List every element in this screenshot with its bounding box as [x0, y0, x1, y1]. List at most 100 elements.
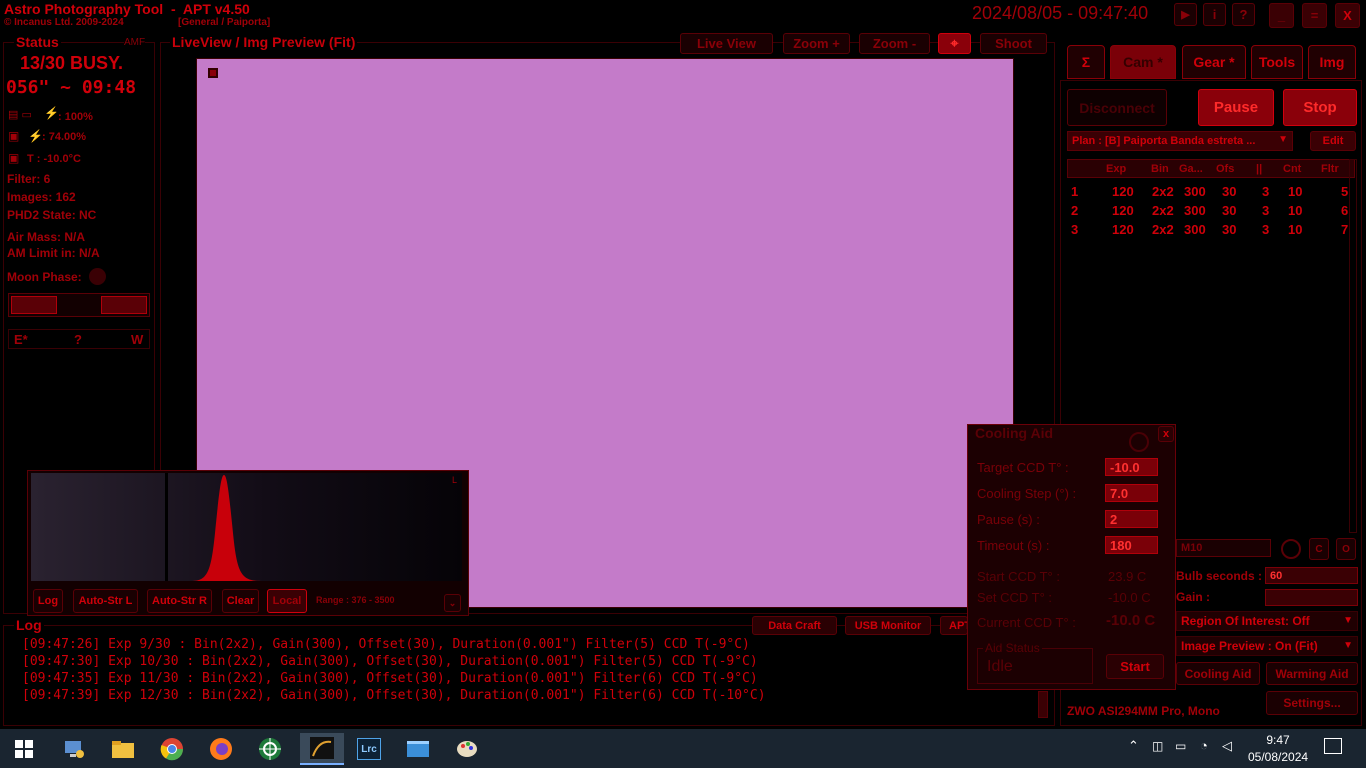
log-line: [09:47:30] Exp 10/30 : Bin(2x2), Gain(30… [22, 654, 758, 669]
row-cell: 30 [1222, 184, 1237, 199]
chevron-down-icon: ⌄ [448, 597, 457, 608]
plan-edit-button[interactable]: Edit [1310, 131, 1356, 151]
tray-chevron-up-icon[interactable]: ⌃ [1128, 738, 1139, 754]
row-cell: 2x2 [1152, 184, 1174, 199]
row-cell: 30 [1222, 203, 1237, 218]
timeout-field[interactable]: 180 [1105, 536, 1158, 554]
help-button[interactable]: ? [1232, 3, 1255, 26]
warming-aid-button[interactable]: Warming Aid [1266, 662, 1358, 685]
unknown-label: ? [74, 332, 82, 347]
row-cell: 120 [1112, 203, 1134, 218]
log-toggle[interactable]: Log [33, 589, 63, 613]
focuser-bar [8, 293, 150, 317]
disconnect-button[interactable]: Disconnect [1067, 89, 1167, 126]
row-cell: 2 [1071, 203, 1079, 218]
roi-select[interactable]: Region Of Interest: Off ▼ [1176, 611, 1358, 631]
live-view-button[interactable]: Live View [680, 33, 773, 54]
o-button[interactable]: O [1336, 538, 1356, 560]
table-row[interactable]: 3 120 2x2 300 30 3 10 7 [1068, 222, 1354, 241]
window-app-icon[interactable] [400, 733, 436, 765]
focuser-left-block [11, 296, 57, 314]
clock-time[interactable]: 9:47 [1266, 733, 1290, 747]
settings-button[interactable]: Settings... [1266, 691, 1358, 715]
col-header: Ofs [1216, 163, 1235, 175]
zoom-out-button[interactable]: Zoom - [859, 33, 930, 54]
tray-battery-icon[interactable]: ▭ [1175, 739, 1186, 753]
cooling-close-button[interactable]: x [1158, 426, 1174, 442]
row-cell: 5 [1341, 184, 1349, 199]
range-label: Range : 376 - 3500 [316, 595, 395, 605]
gain-field[interactable] [1265, 589, 1358, 606]
plan-select[interactable]: Plan : [B] Paiporta Banda estreta ... ▼ [1067, 131, 1293, 151]
log-lines: [09:47:26] Exp 9/30 : Bin(2x2), Gain(300… [22, 637, 962, 705]
cooling-start-button[interactable]: Start [1106, 654, 1164, 679]
image-preview-select[interactable]: Image Preview : On (Fit) ▼ [1176, 636, 1358, 656]
row-cell: 10 [1288, 184, 1303, 199]
tab-cam[interactable]: Cam * [1110, 45, 1176, 79]
row-cell: 2x2 [1152, 203, 1174, 218]
autostr-l-button[interactable]: Auto-Str L [73, 589, 138, 613]
network-computer-icon[interactable] [56, 733, 92, 765]
crosshair-button[interactable]: ⌖ [938, 33, 971, 54]
chrome-icon[interactable] [154, 733, 190, 765]
play-button[interactable]: ▶ [1174, 3, 1197, 26]
bulb-seconds-field[interactable]: 60 [1265, 567, 1358, 584]
pause-button[interactable]: Pause [1198, 89, 1274, 126]
apt-button[interactable]: APT [940, 616, 971, 635]
data-craft-button[interactable]: Data Craft [752, 616, 837, 635]
close-button[interactable]: X [1335, 3, 1360, 28]
phd2-icon[interactable] [252, 733, 288, 765]
crosshair-icon: ⌖ [950, 35, 959, 51]
tab-img[interactable]: Img [1308, 45, 1356, 79]
log-scrollbar[interactable] [1038, 691, 1048, 718]
notification-icon[interactable] [1324, 738, 1342, 754]
zoom-in-button[interactable]: Zoom + [783, 33, 850, 54]
cooling-aid-button[interactable]: Cooling Aid [1176, 662, 1260, 685]
cooling-step-field[interactable]: 7.0 [1105, 484, 1158, 502]
plan-label: Plan : [B] Paiporta Banda estreta ... [1072, 135, 1256, 147]
pause-field[interactable]: 2 [1105, 510, 1158, 528]
tab-gear[interactable]: Gear * [1182, 45, 1246, 79]
local-toggle[interactable]: Local [267, 589, 307, 613]
clear-button[interactable]: Clear [222, 589, 259, 613]
stop-button[interactable]: Stop [1283, 89, 1357, 126]
firefox-icon[interactable] [203, 733, 239, 765]
timeout-label: Timeout (s) : [977, 538, 1050, 553]
histogram-curve [191, 475, 261, 581]
tab-tools[interactable]: Tools [1251, 45, 1303, 79]
windows-start-icon[interactable] [6, 733, 42, 765]
table-row[interactable]: 1 120 2x2 300 30 3 10 5 [1068, 184, 1354, 203]
row-cell: 1 [1071, 184, 1079, 199]
camera-icon: ▣ [8, 129, 20, 143]
autostr-r-button[interactable]: Auto-Str R [147, 589, 212, 613]
table-row[interactable]: 2 120 2x2 300 30 3 10 6 [1068, 203, 1354, 222]
log-line: [09:47:39] Exp 12/30 : Bin(2x2), Gain(30… [22, 688, 766, 703]
aid-status-label: Aid Status [983, 641, 1042, 655]
info-button[interactable]: i [1203, 3, 1226, 26]
row-cell: 10 [1288, 203, 1303, 218]
shoot-button[interactable]: Shoot [980, 33, 1047, 54]
maximize-button[interactable]: = [1302, 3, 1327, 28]
file-explorer-icon[interactable] [105, 733, 141, 765]
temperature-reading: T : -10.0°C [27, 153, 81, 165]
object-field[interactable]: M10 [1176, 539, 1271, 557]
target-temp-label: Target CCD T° : [977, 460, 1069, 475]
row-cell: 3 [1262, 203, 1270, 218]
tray-volume-icon[interactable]: ◁ [1222, 738, 1232, 754]
histogram-expand-button[interactable]: ⌄ [444, 594, 461, 612]
tray-wifi-icon[interactable]: ◔ [1200, 738, 1208, 753]
apt-app-icon[interactable] [300, 733, 344, 765]
col-header: || [1256, 163, 1263, 175]
start-ccd-label: Start CCD T° : [977, 569, 1060, 584]
c-button[interactable]: C [1309, 538, 1329, 560]
tray-camera-icon[interactable]: ◫ [1152, 739, 1163, 753]
paint-icon[interactable] [449, 733, 485, 765]
usb-monitor-button[interactable]: USB Monitor [845, 616, 931, 635]
images-count: Images: 162 [7, 190, 76, 204]
status-title: Status [14, 34, 61, 50]
tab-sigma[interactable]: Σ [1067, 45, 1105, 79]
lightroom-icon[interactable]: Lrc [351, 733, 387, 765]
clock-date[interactable]: 05/08/2024 [1248, 750, 1308, 764]
target-temp-field[interactable]: -10.0 [1105, 458, 1158, 476]
minimize-button[interactable]: _ [1269, 3, 1294, 28]
